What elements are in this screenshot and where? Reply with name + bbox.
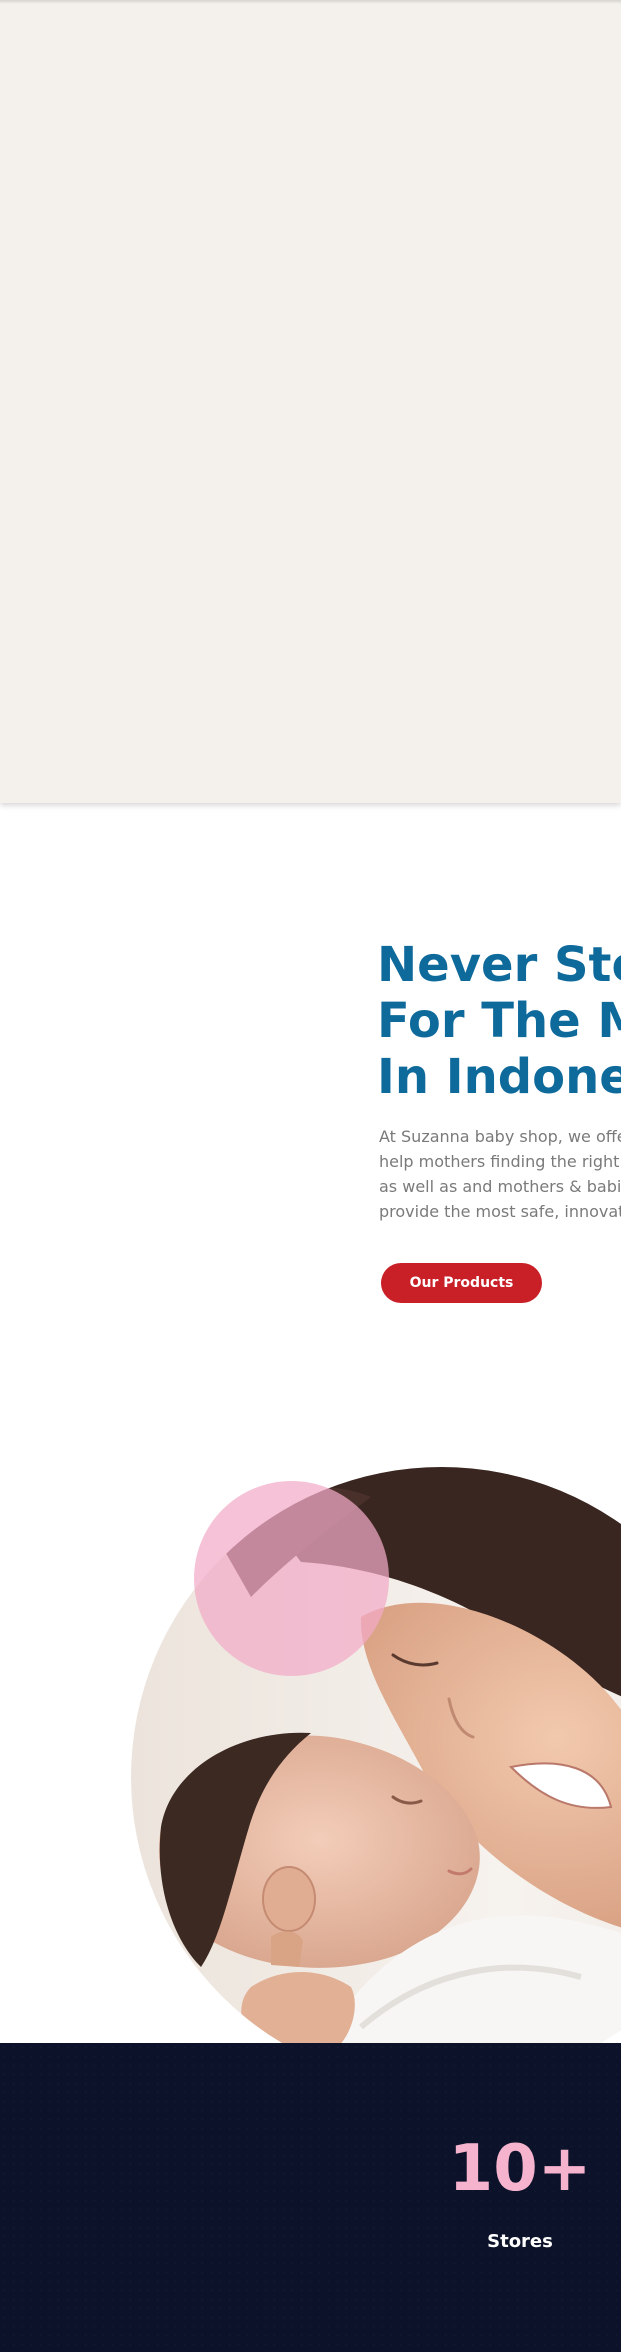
about-intro-line-1: At Suzanna baby shop, we offer: [379, 1127, 621, 1146]
about-heading-line-3: In Indonesi: [377, 1049, 621, 1105]
top-shadow: [0, 0, 621, 4]
hero-banner: [0, 0, 621, 803]
pink-decorative-circle: [194, 1481, 389, 1676]
stores-label: Stores: [487, 2231, 553, 2252]
about-intro-line-2: help mothers finding the right a: [379, 1152, 621, 1171]
about-intro-line-3: as well as and mothers & babies: [379, 1177, 621, 1196]
about-heading: Never Stop For The Mo In Indonesi: [377, 937, 621, 1105]
about-heading-line-2: For The Mo: [377, 993, 621, 1049]
our-products-button[interactable]: Our Products: [381, 1263, 542, 1303]
page: Never Stop For The Mo In Indonesi At Suz…: [0, 0, 621, 2352]
about-intro: At Suzanna baby shop, we offer help moth…: [379, 1124, 621, 1224]
about-intro-line-4: provide the most safe, innovativ: [379, 1202, 621, 1221]
about-heading-line-1: Never Stop: [377, 937, 621, 993]
stores-count: 10+: [448, 2132, 592, 2206]
